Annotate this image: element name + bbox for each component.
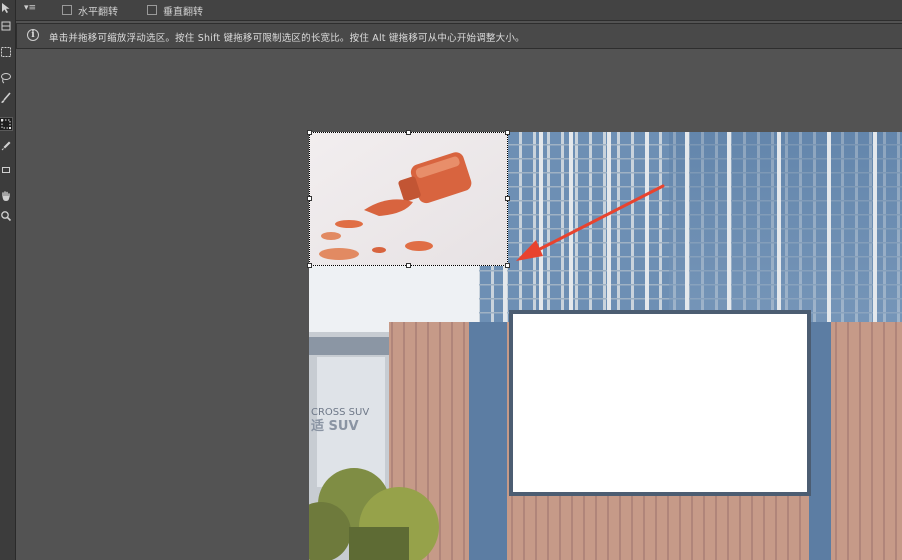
annotation-arrow: [516, 184, 665, 261]
